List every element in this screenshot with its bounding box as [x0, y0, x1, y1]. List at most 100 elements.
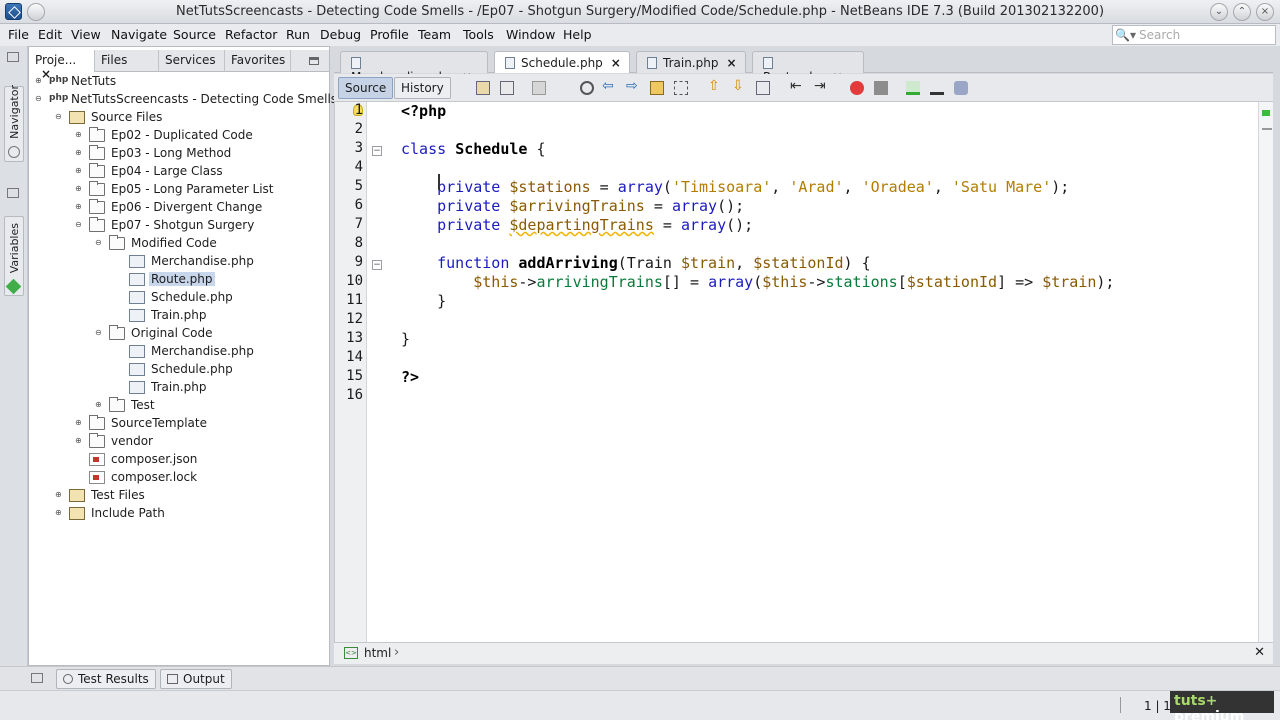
fold-function-icon[interactable]: −: [372, 260, 382, 270]
code-keyword: array: [617, 178, 663, 196]
rectangular-selection-icon[interactable]: [674, 81, 688, 95]
menu-window[interactable]: Window: [506, 27, 555, 42]
tree-node-label: SourceTemplate: [111, 416, 207, 430]
code-field: arrivingTrains: [536, 273, 663, 291]
line-number: 4: [354, 159, 363, 175]
expand-node-icon[interactable]: ⊕: [75, 167, 84, 176]
breadcrumb-item[interactable]: html: [364, 646, 391, 660]
menu-tools[interactable]: Tools: [463, 27, 494, 42]
close-window-button[interactable]: ×: [1256, 3, 1274, 21]
menu-run[interactable]: Run: [286, 27, 310, 42]
menu-file[interactable]: File: [8, 27, 29, 42]
php-file-icon: [647, 57, 657, 69]
expand-node-icon[interactable]: ⊕: [75, 437, 84, 446]
line-number: 5: [354, 178, 363, 194]
variables-side-tab[interactable]: Variables: [4, 216, 24, 296]
menu-help[interactable]: Help: [563, 27, 592, 42]
tab-files[interactable]: Files: [95, 50, 159, 72]
error-stripe[interactable]: [1258, 102, 1273, 642]
collapse-node-icon[interactable]: ⊖: [55, 113, 64, 122]
last-edit-icon[interactable]: [476, 81, 490, 95]
menu-edit[interactable]: Edit: [38, 27, 62, 42]
editor-tab-route[interactable]: Route.php×: [752, 51, 864, 84]
minimize-panel-icon[interactable]: [309, 57, 319, 65]
close-tab-icon[interactable]: ×: [611, 56, 621, 70]
shift-right-icon[interactable]: ⇥: [814, 78, 828, 94]
tab-services[interactable]: Services: [159, 50, 225, 72]
code-variable: $stationId: [753, 254, 844, 272]
expand-node-icon[interactable]: ⊕: [35, 77, 44, 86]
editor-tab-train[interactable]: Train.php ×: [636, 51, 746, 73]
code-text: {: [527, 140, 546, 158]
tab-projects[interactable]: Proje... ×: [29, 50, 95, 81]
tree-node-label: Train.php: [151, 380, 207, 394]
find-icon[interactable]: [580, 81, 594, 95]
code-editor[interactable]: 1 2 3 4 5 6 7 8 9 10 11 12 13 14 15 16 − − <?php class …: [334, 102, 1269, 642]
menu-navigate[interactable]: Navigate: [111, 27, 167, 42]
code-line-13: }: [401, 330, 410, 348]
restore-output-group-icon[interactable]: [31, 673, 43, 683]
history-view-button[interactable]: History: [394, 77, 451, 99]
php-file-icon: [505, 57, 515, 69]
forward-icon[interactable]: [532, 81, 546, 95]
start-macro-recording-icon[interactable]: [850, 81, 864, 95]
code-line-1: <?php: [401, 102, 446, 120]
collapse-node-icon[interactable]: ⊖: [75, 221, 84, 230]
quick-search-field[interactable]: 🔍▾ Search: [1112, 25, 1276, 45]
test-results-button[interactable]: Test Results: [56, 669, 156, 689]
expand-node-icon[interactable]: ⊕: [75, 149, 84, 158]
output-button[interactable]: Output: [160, 669, 232, 689]
php-file-icon: [129, 381, 145, 394]
stop-macro-recording-icon[interactable]: [874, 81, 888, 95]
shift-left-icon[interactable]: ⇤: [790, 78, 804, 94]
code-keyword: array: [680, 216, 727, 234]
tab-favorites[interactable]: Favorites: [225, 50, 291, 72]
expand-node-icon[interactable]: ⊕: [95, 401, 104, 410]
php-file-icon: [129, 273, 145, 286]
menu-profile[interactable]: Profile: [370, 27, 409, 42]
toggle-bookmark-icon[interactable]: [756, 81, 770, 95]
next-bookmark-icon[interactable]: ⇩: [732, 78, 746, 94]
restore-window-group-icon[interactable]: [7, 52, 19, 62]
menu-debug[interactable]: Debug: [320, 27, 361, 42]
expand-node-icon[interactable]: ⊕: [75, 185, 84, 194]
restore-window-group-icon-2[interactable]: [7, 188, 19, 198]
toggle-highlight-icon[interactable]: [650, 81, 664, 95]
menu-view[interactable]: View: [71, 27, 101, 42]
expand-node-icon[interactable]: ⊕: [75, 203, 84, 212]
expand-node-icon[interactable]: ⊕: [75, 131, 84, 140]
code-keyword: private: [437, 178, 501, 196]
expand-node-icon[interactable]: ⊕: [55, 509, 64, 518]
menu-team[interactable]: Team: [418, 27, 451, 42]
editor-tab-merchandise[interactable]: Merchandise.php×: [340, 51, 488, 84]
comment-icon[interactable]: [906, 81, 920, 95]
tree-node-label: composer.lock: [111, 470, 198, 484]
collapse-node-icon[interactable]: ⊖: [95, 239, 104, 248]
database-icon[interactable]: [954, 81, 968, 95]
source-view-button[interactable]: Source: [338, 77, 394, 99]
find-next-icon[interactable]: ⇨: [626, 78, 640, 94]
menu-refactor[interactable]: Refactor: [225, 27, 277, 42]
close-tab-icon[interactable]: ×: [726, 56, 736, 70]
code-variable: $stationId: [906, 273, 998, 291]
bottom-window-bar: Test Results Output: [0, 666, 1280, 690]
back-icon[interactable]: [500, 81, 514, 95]
find-previous-icon[interactable]: ⇦: [602, 78, 616, 94]
caret-position[interactable]: 1 | 1: [1144, 699, 1171, 713]
previous-bookmark-icon[interactable]: ⇧: [708, 78, 722, 94]
fold-class-icon[interactable]: −: [372, 146, 382, 156]
editor-tabs: Merchandise.php× Schedule.php × Train.php…: [334, 49, 1273, 84]
editor-tab-schedule[interactable]: Schedule.php ×: [494, 51, 630, 73]
code-variable: $this: [762, 273, 808, 291]
expand-node-icon[interactable]: ⊕: [75, 419, 84, 428]
navigator-side-tab[interactable]: Navigator: [4, 85, 24, 162]
expand-node-icon[interactable]: ⊕: [55, 491, 64, 500]
collapse-node-icon[interactable]: ⊖: [95, 329, 104, 338]
collapse-node-icon[interactable]: ⊖: [35, 95, 44, 104]
folder-icon: [89, 163, 105, 178]
menu-source[interactable]: Source: [173, 27, 216, 42]
minimize-button[interactable]: ⌄: [1210, 3, 1228, 21]
maximize-button[interactable]: ⌃: [1233, 3, 1251, 21]
close-breadcrumb-icon[interactable]: ✕: [1254, 645, 1265, 660]
uncomment-icon[interactable]: [930, 81, 944, 95]
